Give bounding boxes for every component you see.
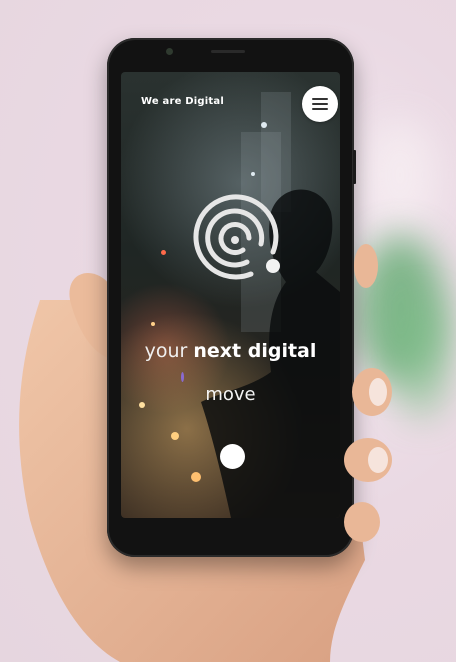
site-header: We are Digital (121, 72, 340, 122)
earpiece-speaker (211, 50, 245, 53)
menu-button[interactable] (302, 86, 338, 122)
tagline-light: your (144, 340, 188, 362)
scroll-down-button[interactable] (220, 444, 245, 469)
hamburger-menu-icon (312, 108, 328, 110)
hero-tagline: your next digital (121, 340, 340, 362)
hamburger-menu-icon (312, 103, 328, 105)
phone-screen: We are Digital your next digital move (121, 72, 340, 518)
hamburger-menu-icon (312, 98, 328, 100)
tagline-bold: next digital (193, 340, 317, 362)
front-camera (166, 48, 173, 55)
hero-subline: move (205, 384, 256, 405)
spiral-logo-icon (193, 194, 280, 280)
brand-name[interactable]: We are Digital (141, 96, 224, 107)
background-blur-green-secondary (395, 300, 450, 420)
side-button (353, 150, 356, 184)
background-blur-light (365, 120, 435, 230)
phone-device: We are Digital your next digital move (107, 38, 356, 557)
